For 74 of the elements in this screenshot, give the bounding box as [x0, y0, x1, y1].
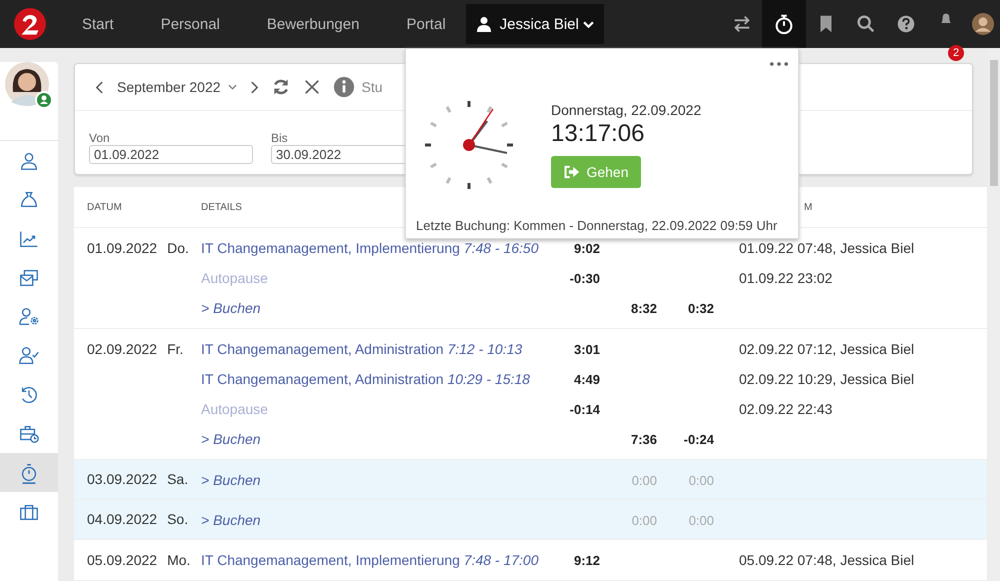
booking-link[interactable]: IT Changemanagement, Administration 7:12 - 10:13 [201, 341, 522, 357]
avatar-icon[interactable] [972, 13, 994, 35]
balance-cell: 0:00 [688, 472, 714, 488]
book-link[interactable]: > Buchen [201, 472, 261, 488]
pause-entry: Autopause [201, 270, 268, 286]
date-cell: 03.09.2022 [87, 471, 158, 487]
book-link[interactable]: > Buchen [201, 431, 261, 447]
nav-link[interactable]: Bewerbungen [254, 16, 382, 32]
audit-cell: 02.09.22 07:12, Jessica Biel [739, 341, 914, 357]
book-link[interactable]: > Buchen [201, 512, 261, 528]
logo-icon[interactable] [13, 7, 47, 41]
date-cell: 02.09.2022 [87, 341, 158, 357]
chevron-right-icon [250, 80, 259, 94]
notification-badge: 2 [948, 45, 964, 61]
info-icon [332, 76, 355, 98]
month-dropdown[interactable]: September 2022 [111, 79, 243, 95]
column-header: M [803, 202, 814, 212]
last-booking-text: Letzte Buchung: Kommen - Donnerstag, 22.09.2022 09:59 Uhr [416, 218, 778, 233]
duration-cell: -0:30 [570, 271, 600, 286]
total-cell: 0:00 [632, 472, 657, 488]
user-menu-button[interactable]: Jessica Biel [466, 4, 604, 44]
duration-cell: 9:02 [574, 241, 600, 256]
weekday-cell: Do. [167, 240, 189, 256]
booking-link[interactable]: IT Changemanagement, Administration 10:29 - 15:18 [201, 371, 530, 387]
balance-cell: -0:24 [684, 432, 714, 447]
duration-cell: -0:14 [570, 402, 600, 417]
column-header: DETAILS [201, 202, 243, 212]
stopwatch-icon[interactable] [0, 453, 58, 492]
duration-cell: 9:12 [574, 553, 600, 568]
audit-cell: 01.09.22 23:02 [739, 270, 832, 286]
date-cell: 04.09.2022 [87, 511, 158, 527]
balance-cell: 0:00 [688, 512, 714, 528]
weekday-cell: Fr. [167, 341, 184, 357]
date-field[interactable]: 01.09.2022 [89, 145, 253, 164]
total-cell: 8:32 [630, 301, 657, 316]
column-header: DATUM [86, 202, 123, 212]
current-date: Donnerstag, 22.09.2022 [551, 102, 702, 118]
filter-label: Stu [362, 79, 383, 95]
more-icon[interactable] [770, 62, 788, 66]
pause-entry: Autopause [201, 401, 268, 417]
booking-link[interactable]: IT Changemanagement, Implementierung 7:48 - 16:50 [201, 240, 539, 256]
current-time: 13:17:06 [551, 120, 646, 148]
audit-cell: 01.09.22 07:48, Jessica Biel [739, 240, 914, 256]
stopwatch-icon [773, 13, 795, 35]
nav-link[interactable]: Personal [148, 16, 242, 32]
nav-link[interactable]: Start [69, 16, 136, 32]
book-link[interactable]: > Buchen [201, 300, 261, 316]
stopwatch-button[interactable] [762, 0, 806, 48]
weekday-cell: So. [167, 511, 188, 527]
caret-icon [228, 84, 237, 90]
weekday-cell: Sa. [167, 471, 188, 487]
nav-link[interactable]: Portal [393, 16, 468, 32]
exit-icon [563, 165, 580, 179]
caret-icon [582, 20, 594, 28]
close-icon [302, 78, 321, 96]
avatar-icon[interactable] [5, 62, 53, 110]
audit-cell: 05.09.22 07:48, Jessica Biel [739, 552, 914, 568]
weekday-cell: Mo. [167, 552, 190, 568]
duration-cell: 3:01 [574, 342, 600, 357]
date-cell: 05.09.2022 [87, 552, 158, 568]
search-icon [855, 13, 877, 35]
chevron-left-icon [95, 80, 104, 94]
total-cell: 7:36 [630, 432, 657, 447]
person-icon [476, 16, 492, 32]
total-cell: 0:00 [632, 512, 657, 528]
audit-cell: 02.09.22 22:43 [739, 401, 832, 417]
audit-cell: 02.09.22 10:29, Jessica Biel [739, 371, 914, 387]
field-label: Von [89, 131, 111, 145]
duration-cell: 4:49 [574, 372, 600, 387]
booking-link[interactable]: IT Changemanagement, Implementierung 7:48 - 17:00 [201, 552, 539, 568]
date-cell: 01.09.2022 [87, 240, 158, 256]
help-icon [895, 13, 917, 35]
balance-cell: 0:32 [688, 301, 714, 316]
field-label: Bis [271, 131, 289, 145]
